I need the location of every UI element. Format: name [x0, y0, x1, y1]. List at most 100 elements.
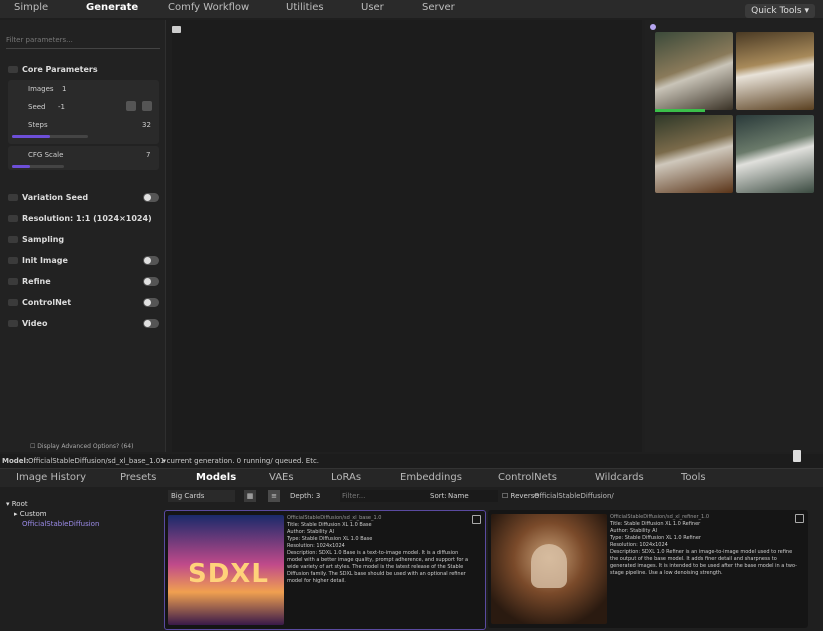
card-description: Description: SDXL 1.0 Base is a text-to-…: [287, 550, 469, 584]
models-toolbar: Big Cards ▦ ≡ Depth: 3 Filter... Sort: N…: [164, 490, 823, 504]
batch-thumbnail[interactable]: [736, 32, 814, 110]
tab-server[interactable]: Server: [422, 2, 455, 13]
chevron-right-icon: [8, 278, 18, 285]
images-label: Images: [28, 85, 54, 93]
status-bar: Model: OfficialStableDiffusion/sd_xl_bas…: [0, 450, 823, 468]
tab-controlnets[interactable]: ControlNets: [498, 472, 557, 483]
sort-label: Sort:: [430, 492, 447, 500]
tab-comfy-workflow[interactable]: Comfy Workflow: [168, 2, 249, 13]
cfg-scale-slider[interactable]: [12, 165, 64, 168]
card-header: OfficialStableDiffusion/sd_xl_base_1.0: [287, 515, 382, 521]
card-type: Type: Stable Diffusion XL 1.0 Base: [287, 536, 373, 542]
tab-embeddings[interactable]: Embeddings: [400, 472, 462, 483]
model-card[interactable]: SDXL OfficialStableDiffusion/sd_xl_base_…: [164, 510, 486, 630]
sort-select[interactable]: Name: [448, 490, 498, 502]
section-init-image[interactable]: Init Image: [8, 256, 68, 265]
tree-folder-selected[interactable]: OfficialStableDiffusion: [22, 520, 99, 528]
section-refine[interactable]: Refine: [8, 277, 51, 286]
chevron-right-icon: [8, 215, 18, 222]
section-video[interactable]: Video: [8, 319, 47, 328]
tab-models[interactable]: Models: [196, 472, 236, 483]
menu-icon[interactable]: [795, 514, 804, 523]
menu-icon[interactable]: [472, 515, 481, 524]
path-breadcrumb: OfficialStableDiffusion/: [534, 492, 614, 500]
card-author: Author: Stability AI: [610, 528, 657, 534]
batch-thumbnail[interactable]: [736, 115, 814, 193]
tab-loras[interactable]: LoRAs: [331, 472, 361, 483]
model-card-info: OfficialStableDiffusion/sd_xl_refiner_1.…: [610, 514, 798, 577]
portrait-figure: [531, 544, 567, 588]
bottom-tabs: Image History Presets Models VAEs LoRAs …: [0, 468, 823, 487]
tree-root[interactable]: ▾ Root: [6, 500, 28, 508]
scroll-up-icon[interactable]: [793, 450, 801, 462]
video-toggle[interactable]: [143, 319, 159, 328]
tab-generate[interactable]: Generate: [86, 2, 138, 13]
tab-simple[interactable]: Simple: [14, 2, 48, 13]
section-sampling[interactable]: Sampling: [8, 235, 64, 244]
tab-presets[interactable]: Presets: [120, 472, 156, 483]
depth-control[interactable]: Depth: 3: [290, 490, 320, 502]
card-resolution: Resolution: 1024x1024: [610, 542, 668, 548]
section-variation-seed[interactable]: Variation Seed: [8, 193, 88, 202]
chevron-right-icon: [8, 194, 18, 201]
tab-icon[interactable]: [172, 26, 181, 33]
progress-bar: [655, 109, 705, 112]
tree-folder[interactable]: ▸ Custom: [14, 510, 47, 518]
chevron-right-icon: [8, 320, 18, 327]
chevron-right-icon: [8, 257, 18, 264]
grid-view-icon[interactable]: ▦: [244, 490, 256, 502]
card-resolution: Resolution: 1024x1024: [287, 543, 345, 549]
model-thumbnail: SDXL: [168, 515, 284, 625]
steps-slider[interactable]: [12, 135, 88, 138]
steps-label: Steps: [28, 121, 48, 129]
card-description: Description: SDXL 1.0 Refiner is an imag…: [610, 549, 797, 576]
folder-tree: ▾ Root ▸ Custom OfficialStableDiffusion: [0, 488, 160, 631]
model-card-info: OfficialStableDiffusion/sd_xl_base_1.0 T…: [287, 515, 475, 585]
model-thumbnail: [491, 514, 607, 624]
star-icon[interactable]: [650, 24, 656, 30]
variation-seed-toggle[interactable]: [143, 193, 159, 202]
seed-value[interactable]: -1: [58, 103, 65, 111]
refine-toggle[interactable]: [143, 277, 159, 286]
card-title: Title: Stable Diffusion XL 1.0 Refiner: [610, 521, 701, 527]
chevron-down-icon: [8, 66, 18, 73]
chevron-right-icon: [8, 236, 18, 243]
images-value[interactable]: 1: [62, 85, 66, 93]
view-mode-select[interactable]: Big Cards: [168, 490, 235, 502]
parameter-filter-input[interactable]: Filter parameters...: [6, 36, 160, 49]
list-view-icon[interactable]: ≡: [268, 490, 280, 502]
model-thumbnail-text: SDXL: [188, 559, 269, 589]
tab-tools[interactable]: Tools: [681, 472, 706, 483]
cfg-scale-label: CFG Scale: [28, 151, 64, 159]
batch-thumbnail[interactable]: [655, 115, 733, 193]
seed-label: Seed: [28, 103, 46, 111]
controlnet-toggle[interactable]: [143, 298, 159, 307]
card-header: OfficialStableDiffusion/sd_xl_refiner_1.…: [610, 514, 710, 520]
batch-thumbnail[interactable]: [655, 32, 733, 110]
model-label: Model:: [2, 457, 29, 465]
card-title: Title: Stable Diffusion XL 1.0 Base: [287, 522, 372, 528]
cfg-slider-fill: [12, 165, 31, 168]
steps-value[interactable]: 32: [142, 121, 151, 129]
batch-panel: [645, 20, 823, 452]
quick-tools-button[interactable]: Quick Tools ▾: [745, 4, 815, 18]
tab-vaes[interactable]: VAEs: [269, 472, 294, 483]
section-resolution[interactable]: Resolution: 1:1 (1024×1024): [8, 214, 152, 223]
init-image-toggle[interactable]: [143, 256, 159, 265]
section-controlnet[interactable]: ControlNet: [8, 298, 71, 307]
tab-utilities[interactable]: Utilities: [286, 2, 324, 13]
model-selector[interactable]: OfficialStableDiffusion/sd_xl_base_1.0 ▾: [28, 457, 166, 465]
tab-user[interactable]: User: [361, 2, 384, 13]
core-parameters-header[interactable]: Core Parameters: [8, 65, 98, 74]
advanced-options-checkbox[interactable]: ☐ Display Advanced Options? (64): [30, 443, 133, 450]
cfg-scale-value[interactable]: 7: [146, 151, 150, 159]
recycle-icon[interactable]: [142, 101, 152, 111]
dice-icon[interactable]: [126, 101, 136, 111]
tab-image-history[interactable]: Image History: [16, 472, 86, 483]
tab-wildcards[interactable]: Wildcards: [595, 472, 644, 483]
card-author: Author: Stability AI: [287, 529, 334, 535]
model-card[interactable]: OfficialStableDiffusion/sd_xl_refiner_1.…: [488, 510, 808, 628]
card-type: Type: Stable Diffusion XL 1.0 Refiner: [610, 535, 701, 541]
image-canvas[interactable]: [172, 20, 642, 452]
generation-status: 1 current generation. 0 running/ queued.…: [160, 457, 320, 465]
